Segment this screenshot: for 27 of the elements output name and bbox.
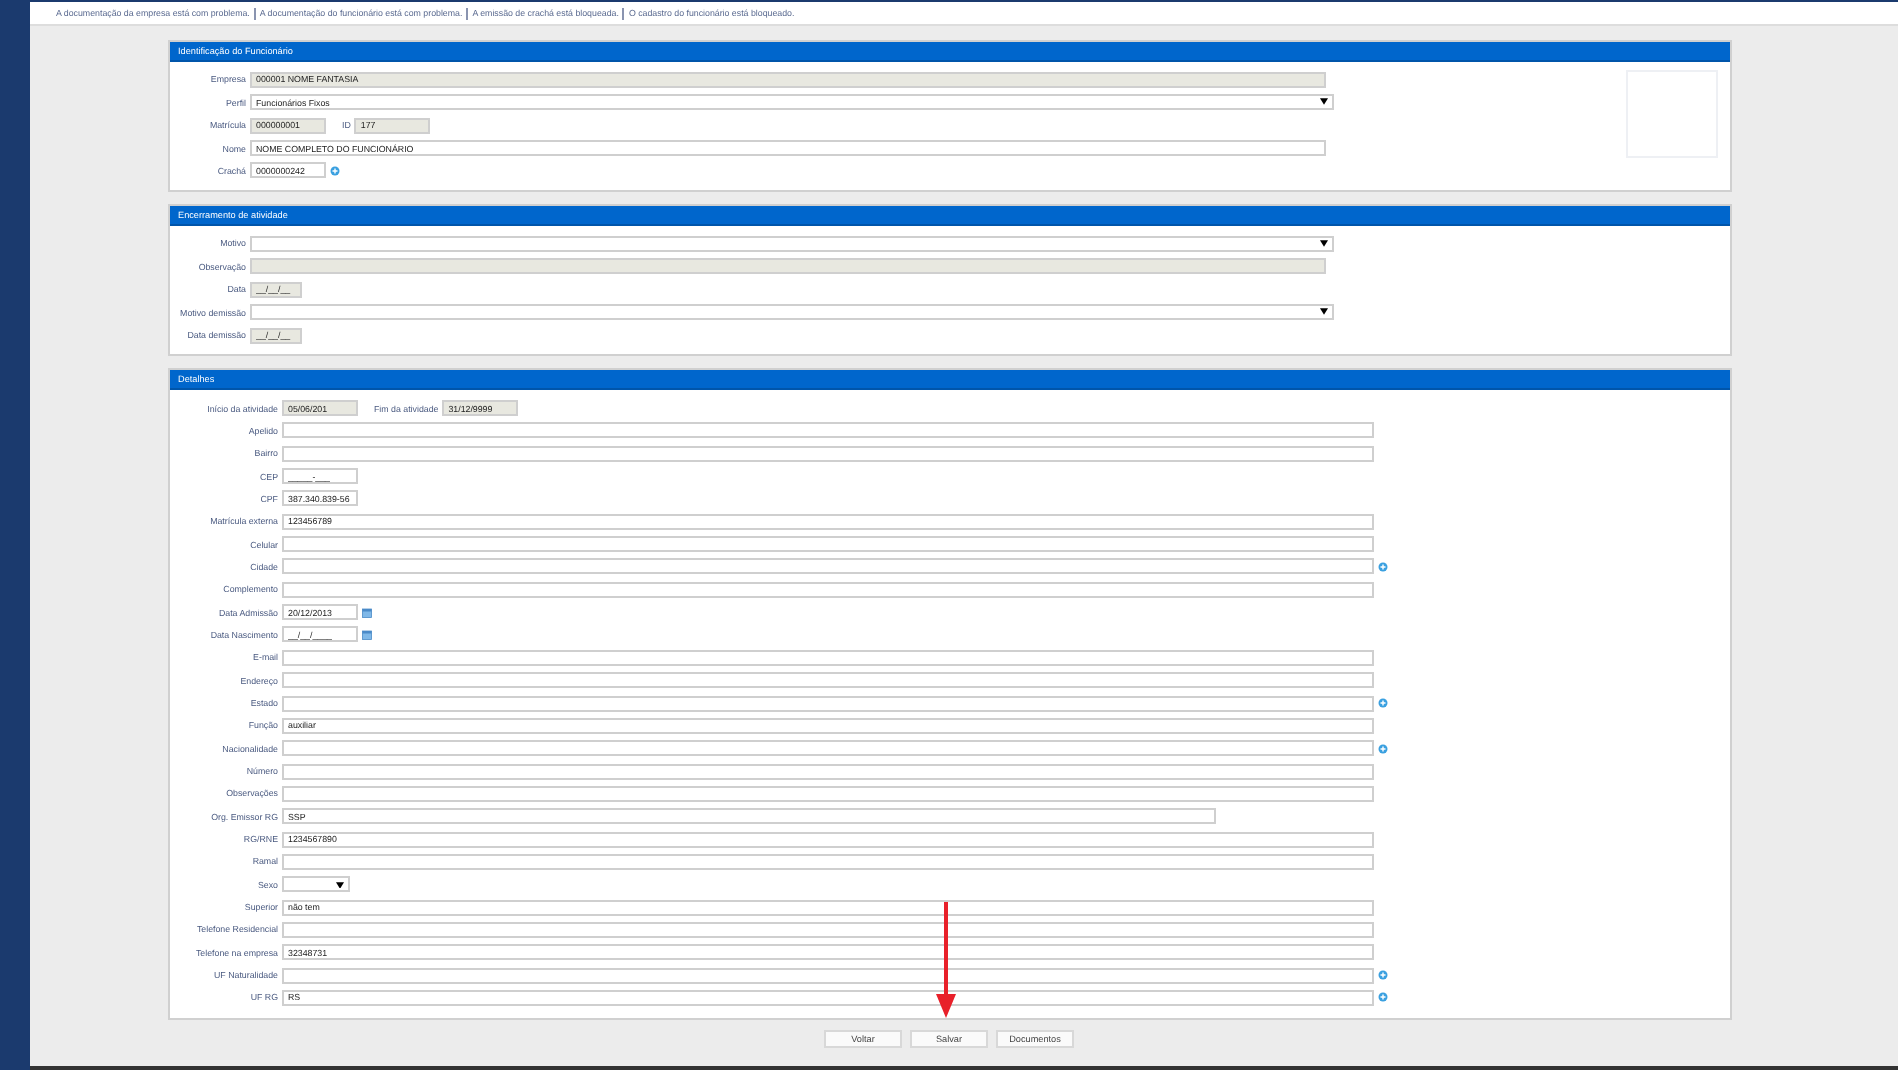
input-field[interactable] xyxy=(250,258,1326,275)
caret-icon xyxy=(1320,240,1328,248)
plus-circle-icon[interactable] xyxy=(1378,992,1388,1003)
input-field[interactable] xyxy=(282,581,1374,598)
input-field[interactable] xyxy=(282,763,1374,780)
input-field[interactable] xyxy=(282,445,1374,462)
input-field[interactable] xyxy=(282,672,1374,689)
input-field[interactable] xyxy=(282,695,1374,712)
plus-circle-icon[interactable] xyxy=(1378,743,1388,754)
plus-circle-icon[interactable] xyxy=(1378,970,1388,981)
input-field[interactable] xyxy=(282,785,1374,802)
annotation-arrow xyxy=(934,902,958,1018)
plus-circle-icon[interactable] xyxy=(330,165,340,176)
input-field[interactable] xyxy=(282,422,1374,439)
input-field[interactable] xyxy=(282,649,1374,666)
plus-circle-icon[interactable] xyxy=(1378,698,1388,709)
input-field[interactable] xyxy=(282,536,1374,553)
caret-icon xyxy=(1320,98,1328,106)
input-field[interactable] xyxy=(282,921,1374,938)
input-field[interactable] xyxy=(282,967,1374,984)
plus-circle-icon[interactable] xyxy=(1378,561,1388,572)
caret-icon xyxy=(1320,308,1328,316)
input-field[interactable] xyxy=(282,740,1374,757)
caret-icon xyxy=(336,881,344,889)
input-field[interactable] xyxy=(282,853,1374,870)
dropdown[interactable] xyxy=(282,876,350,893)
input-field[interactable] xyxy=(282,558,1374,575)
